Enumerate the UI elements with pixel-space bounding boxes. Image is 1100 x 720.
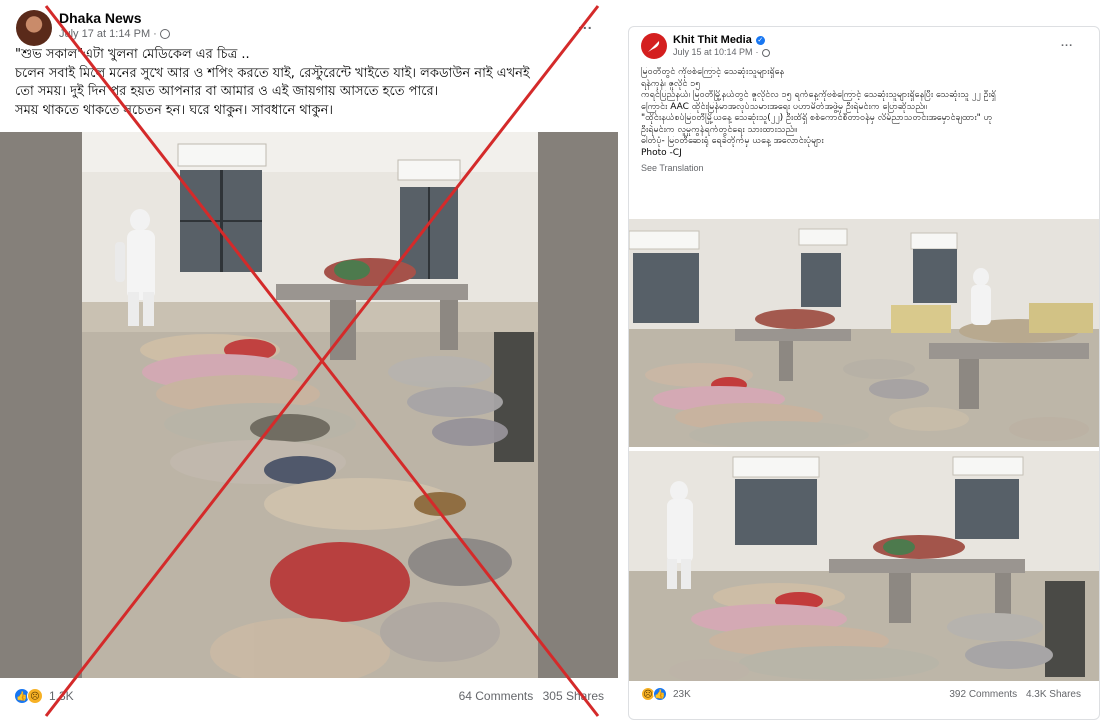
page-name[interactable]: Khit Thit Media <box>673 33 752 47</box>
caption-line: তো সময়। দুই দিন পর হয়ত আপনার বা আমার ও… <box>15 84 439 99</box>
comments-count[interactable]: 392 Comments <box>949 689 1017 700</box>
reaction-count[interactable]: 1.3K <box>49 689 74 703</box>
morgue-photo <box>629 219 1099 447</box>
post-photo[interactable] <box>0 132 618 678</box>
post-timestamp[interactable]: July 15 at 10:14 PM <box>673 47 753 58</box>
post-footer: ☹ 👍 23K 392 Comments 4.3K Shares <box>641 687 1081 701</box>
false-claim-cross <box>0 132 618 678</box>
see-translation-link[interactable]: See Translation <box>641 163 1089 175</box>
post-meta: July 15 at 10:14 PM · <box>673 47 770 58</box>
page-avatar[interactable] <box>16 10 52 46</box>
caption-line: မြဝတီတွင် ကိုဗစ်ကြောင့် သေဆုံးသူများရှိန… <box>641 67 785 77</box>
caption-line: ကြောင်း AAC ထိုင်းမြန်မာအလုပ်သမားအရေး ပဟ… <box>641 101 927 112</box>
reactions[interactable]: ☹ 👍 23K <box>641 687 691 701</box>
khit-thit-media-post: Khit Thit Media ✓ July 15 at 10:14 PM · … <box>628 26 1100 720</box>
more-options-button[interactable]: ... <box>578 16 593 32</box>
like-reaction-icon: 👍 <box>653 687 667 701</box>
caption-line: "শুভ সকাল"এটা খুলনা মেডিকেল এর চিত্র .. <box>15 47 250 62</box>
page-avatar[interactable] <box>641 33 667 59</box>
reaction-count[interactable]: 23K <box>673 689 691 700</box>
caption-line: চলেন সবাই মিলে মনের সুখে আর ও শপিং করতে … <box>15 65 530 81</box>
more-options-button[interactable]: ... <box>1061 37 1073 49</box>
caption-line: সময় থাকতে থাকতে সচেতন হন। ঘরে থাকুন। সা… <box>15 102 334 118</box>
morgue-photo <box>629 451 1099 681</box>
sad-reaction-icon: ☹ <box>27 688 43 704</box>
post-header: Dhaka News July 17 at 1:14 PM · <box>16 10 170 46</box>
post-stats: 392 Comments 4.3K Shares <box>949 689 1081 700</box>
caption-line: ဓါတ်ပုံ- မြဝတီဆေးရုံ ရေခဲတိုက်မှ ယနေ့ အလ… <box>641 136 824 146</box>
globe-icon <box>761 48 770 57</box>
page-name[interactable]: Dhaka News <box>59 10 170 27</box>
post-stats: 64 Comments 305 Shares <box>459 689 604 703</box>
dhaka-news-post: Dhaka News July 17 at 1:14 PM · ... "শুভ… <box>0 0 620 720</box>
caption-line: Photo -CJ <box>641 147 682 158</box>
caption-line: ရန်ကုန်၊ ဇူလိုင် ၁၅ <box>641 78 701 89</box>
reactions[interactable]: 👍 ☹ 1.3K <box>14 688 74 704</box>
caption-line: ဦးရဲမင်းက လူမှုကွန်ရက်တွင်ရေး သားထားသည်။ <box>641 124 798 135</box>
shares-count[interactable]: 4.3K Shares <box>1026 689 1081 700</box>
post-header: Khit Thit Media ✓ July 15 at 10:14 PM · <box>641 33 770 59</box>
globe-icon <box>159 29 170 39</box>
post-caption: မြဝတီတွင် ကိုဗစ်ကြောင့် သေဆုံးသူများရှိန… <box>641 67 1089 175</box>
post-footer: 👍 ☹ 1.3K 64 Comments 305 Shares <box>14 688 604 704</box>
post-timestamp[interactable]: July 17 at 1:14 PM <box>59 27 150 41</box>
post-meta: July 17 at 1:14 PM · <box>59 27 170 41</box>
post-photo-top[interactable] <box>629 219 1099 447</box>
shares-count[interactable]: 305 Shares <box>543 689 604 703</box>
feather-logo-icon <box>648 41 660 52</box>
post-caption: "শুভ সকাল"এটা খুলনা মেডিকেল এর চিত্র .. … <box>15 46 610 120</box>
verified-badge-icon: ✓ <box>755 35 765 45</box>
caption-line: "ထိုင်းနယ်စပ်မြဝတီမြို့ယနေ့ သေဆုံးသူ(၂၂)… <box>641 113 993 123</box>
post-photo-bottom[interactable] <box>629 451 1099 681</box>
comments-count[interactable]: 64 Comments <box>459 689 534 703</box>
caption-line: ကရင်ပြည်နယ်၊ မြဝတီမြို့နယ်တွင် ဇူလိုင်လ … <box>641 90 996 100</box>
